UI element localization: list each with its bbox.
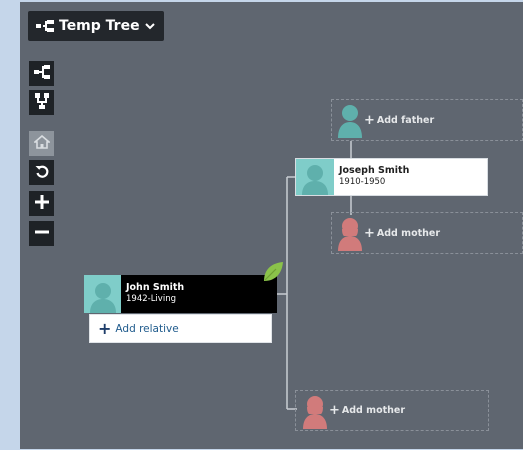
add-mother-placeholder[interactable]: + Add mother xyxy=(331,212,523,254)
female-silhouette-icon xyxy=(336,215,364,251)
plus-icon: + xyxy=(329,403,340,418)
plus-icon: + xyxy=(364,112,375,128)
add-father-placeholder[interactable]: + Add father xyxy=(331,99,523,141)
person-name: John Smith xyxy=(126,282,185,293)
refresh-icon xyxy=(34,163,50,183)
add-father-label: Add father xyxy=(376,114,435,126)
family-view-button[interactable] xyxy=(29,90,54,115)
male-silhouette-icon xyxy=(300,163,330,195)
add-relative-button[interactable]: + Add relative xyxy=(89,314,272,343)
tree-name: Temp Tree xyxy=(59,18,140,34)
add-mother-label: Add mother xyxy=(341,405,406,416)
plus-icon: + xyxy=(98,318,112,338)
person-dates: 1942-Living xyxy=(126,294,176,304)
plus-icon: + xyxy=(364,225,375,241)
tree-selector-dropdown[interactable]: Temp Tree xyxy=(28,11,164,41)
family-view-icon xyxy=(34,92,50,113)
male-silhouette-icon xyxy=(336,102,364,138)
add-mother-placeholder[interactable]: + Add mother xyxy=(295,390,489,431)
home-button[interactable] xyxy=(29,131,54,156)
person-card-joseph-smith[interactable]: Joseph Smith 1910-1950 xyxy=(295,158,488,196)
reset-button[interactable] xyxy=(29,160,54,185)
avatar xyxy=(84,275,121,313)
female-silhouette-icon xyxy=(301,393,329,429)
leaf-hint-icon[interactable] xyxy=(262,261,284,283)
pedigree-icon xyxy=(33,64,50,83)
home-icon xyxy=(32,134,51,153)
male-silhouette-icon xyxy=(88,281,118,313)
avatar xyxy=(296,159,334,195)
chevron-down-icon xyxy=(144,22,155,30)
pedigree-view-button[interactable] xyxy=(29,61,54,86)
zoom-out-button[interactable] xyxy=(29,221,54,246)
person-card-john-smith[interactable]: John Smith 1942-Living xyxy=(84,275,277,313)
add-mother-label: Add mother xyxy=(376,227,441,239)
plus-icon xyxy=(34,194,50,214)
minus-icon xyxy=(34,224,50,244)
person-name: Joseph Smith xyxy=(339,165,410,176)
add-relative-label: Add relative xyxy=(115,322,179,335)
zoom-in-button[interactable] xyxy=(29,191,54,216)
person-dates: 1910-1950 xyxy=(339,177,386,187)
tree-icon xyxy=(36,20,54,32)
